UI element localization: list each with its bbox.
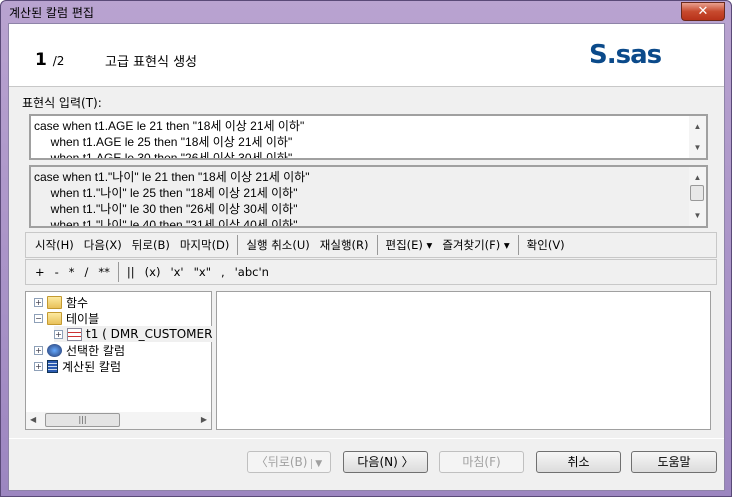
undo-button[interactable]: 실행 취소(U) [246, 237, 309, 253]
close-button[interactable]: ✕ [681, 2, 725, 21]
tree-item-computed-columns[interactable]: + 계산된 칼럼 [34, 358, 121, 374]
op-name-literal[interactable]: 'abc'n [235, 265, 269, 279]
tree-item-selected-columns[interactable]: + 선택한 칼럼 [34, 342, 125, 358]
preview-text: case when t1."나이" le 21 then "18세 이상 21세… [34, 170, 310, 228]
op-divide[interactable]: / [85, 265, 89, 279]
next-button[interactable]: 다음(N) 〉 [343, 451, 428, 473]
vertical-scrollbar[interactable]: ▲ ▼ [689, 116, 706, 158]
expression-input[interactable]: case when t1.AGE le 21 then "18세 이상 21세 … [29, 114, 708, 160]
op-concat[interactable]: || [127, 265, 135, 279]
op-plus[interactable]: + [35, 265, 45, 279]
page-title: 고급 표현식 생성 [105, 55, 197, 70]
op-multiply[interactable]: * [69, 265, 75, 279]
op-double-quote[interactable]: "x" [194, 265, 211, 279]
dropdown-arrow-icon[interactable]: ▼ [311, 459, 323, 469]
expand-icon[interactable]: + [54, 329, 63, 339]
step-indicator: 1 /2 [35, 50, 64, 70]
validate-button[interactable]: 확인(V) [527, 237, 565, 253]
navigation-toolbar: 시작(H) 다음(X) 뒤로(B) 마지막(D) 실행 취소(U) 재실행(R)… [25, 232, 717, 258]
op-single-quote[interactable]: 'x' [170, 265, 183, 279]
expression-preview: case when t1."나이" le 21 then "18세 이상 21세… [29, 165, 708, 228]
operator-toolbar: + - * / ** || (x) 'x' "x" , 'abc'n [25, 259, 717, 285]
op-minus[interactable]: - [55, 265, 59, 279]
tree-label: 함수 [66, 295, 89, 310]
last-button[interactable]: 마지막(D) [180, 237, 230, 253]
table-icon [67, 327, 82, 341]
columns-icon [47, 343, 62, 357]
tree-item-table-t1[interactable]: + t1 ( DMR_CUSTOMER [54, 326, 217, 342]
op-parens[interactable]: (x) [145, 265, 161, 279]
divider [117, 262, 119, 282]
help-button[interactable]: 도움말 [631, 451, 717, 473]
op-comma[interactable]: , [221, 265, 225, 279]
sas-logo: S.sas [589, 40, 662, 70]
tree-item-functions[interactable]: + 함수 [34, 294, 88, 310]
expression-label: 표현식 입력(T): [22, 96, 102, 110]
divider [9, 438, 724, 439]
tree-label: 선택한 칼럼 [66, 343, 126, 358]
prev-match-button[interactable]: 뒤로(B) [132, 237, 170, 253]
cancel-button[interactable]: 취소 [536, 451, 621, 473]
back-button[interactable]: 〈뒤로(B) ▼ [247, 451, 331, 473]
dialog-client: 1 /2 고급 표현식 생성 S.sas 표현식 입력(T): case whe… [8, 23, 725, 491]
horizontal-scrollbar[interactable]: ◀ ||| ▶ [26, 412, 211, 429]
favorites-menu[interactable]: 즐겨찾기(F) ▾ [442, 237, 509, 253]
step-number: 1 [35, 50, 47, 70]
next-match-button[interactable]: 다음(X) [84, 237, 122, 253]
collapse-icon[interactable]: − [34, 313, 43, 323]
vertical-scrollbar[interactable]: ▲ ▼ [689, 167, 706, 226]
edit-menu[interactable]: 편집(E) ▾ [386, 237, 433, 253]
tree-label: 테이블 [66, 311, 100, 326]
expression-text: case when t1.AGE le 21 then "18세 이상 21세 … [34, 119, 305, 160]
expand-icon[interactable]: + [34, 345, 43, 355]
step-total: /2 [52, 54, 65, 68]
finish-button[interactable]: 마침(F) [439, 451, 524, 473]
redo-button[interactable]: 재실행(R) [320, 237, 369, 253]
divider [517, 235, 519, 255]
tree-label: t1 ( DMR_CUSTOMER [86, 327, 213, 341]
window-title: 계산된 칼럼 편집 [9, 6, 94, 20]
folder-icon [47, 295, 62, 309]
divider [237, 235, 239, 255]
dialog-window: 계산된 칼럼 편집 ✕ 1 /2 고급 표현식 생성 S.sas 표현식 입력(… [0, 0, 732, 497]
folder-icon [47, 311, 62, 325]
start-button[interactable]: 시작(H) [35, 237, 74, 253]
calculator-icon [47, 359, 58, 373]
op-power[interactable]: ** [98, 265, 110, 279]
divider [376, 235, 378, 255]
expand-icon[interactable]: + [34, 361, 43, 371]
data-tree: + 함수 − 테이블 + t1 ( DMR_CUSTOMER + 선택한 칼럼 + 계산된… [25, 291, 217, 430]
expand-icon[interactable]: + [34, 297, 43, 307]
tree-label: 계산된 칼럼 [62, 359, 122, 374]
back-label: 〈뒤로(B) [255, 455, 308, 469]
wizard-header: 1 /2 고급 표현식 생성 S.sas [9, 24, 724, 87]
details-panel [216, 291, 711, 430]
tree-item-tables[interactable]: − 테이블 [34, 310, 99, 326]
